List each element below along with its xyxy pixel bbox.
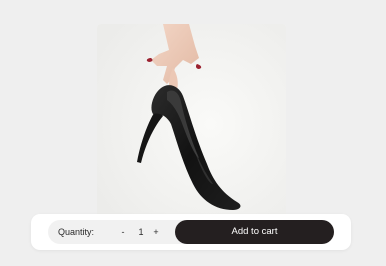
- product-stage: Quantity: - 1 + Add to cart: [0, 0, 386, 266]
- product-image: [97, 24, 286, 224]
- add-to-cart-button[interactable]: Add to cart: [175, 220, 334, 244]
- add-to-cart-bar: Quantity: - 1 + Add to cart: [31, 214, 351, 250]
- quantity-value: 1: [138, 227, 144, 237]
- decrement-button[interactable]: -: [116, 220, 130, 244]
- increment-button[interactable]: +: [149, 220, 163, 244]
- product-image-card: [97, 24, 286, 224]
- quantity-label: Quantity:: [58, 227, 95, 237]
